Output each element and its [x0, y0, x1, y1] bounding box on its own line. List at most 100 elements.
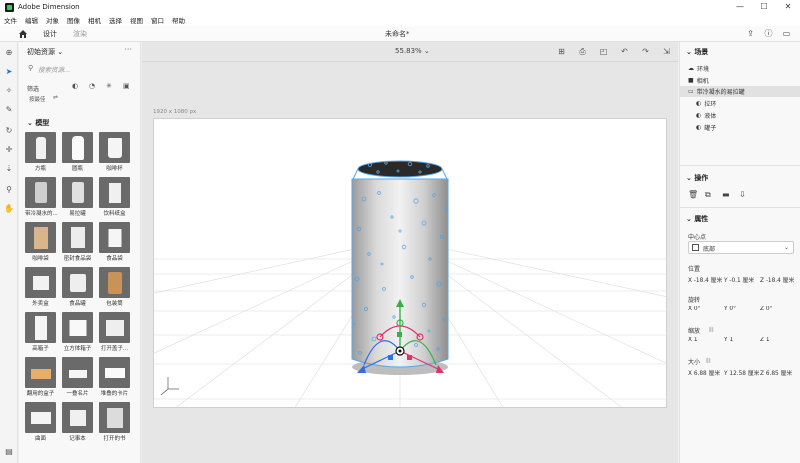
menu-edit[interactable]: 编辑: [25, 15, 38, 25]
model-item[interactable]: 一叠名片: [62, 357, 93, 397]
sort-icon[interactable]: ⇌: [53, 94, 58, 101]
3d-viewport[interactable]: [153, 118, 667, 408]
scene-sub-item-liquid[interactable]: ◐ 液体: [696, 111, 716, 120]
model-item[interactable]: 立方体箱子: [62, 312, 93, 352]
home-icon[interactable]: [18, 29, 28, 39]
link-icon[interactable]: ⛓: [705, 358, 711, 364]
model-item[interactable]: 咖啡杯: [99, 132, 130, 172]
close-button[interactable]: ✕: [776, 0, 800, 14]
center-dropdown[interactable]: 底部 ⌄: [688, 241, 794, 254]
rotation-x-field[interactable]: X 0°: [688, 306, 724, 312]
menu-file[interactable]: 文件: [4, 15, 17, 25]
filter-lights-icon[interactable]: ✳: [106, 82, 114, 90]
camera-bookmark-icon[interactable]: ⎙: [577, 46, 588, 57]
assets-header[interactable]: 初始资源 ⌄: [27, 47, 63, 57]
rotation-z-field[interactable]: Z 0°: [760, 306, 796, 312]
eyedropper-icon[interactable]: ✎: [3, 104, 15, 116]
menu-image[interactable]: 图像: [67, 15, 80, 25]
search-input[interactable]: ⚲ 搜索资源...: [25, 62, 135, 75]
ops-section-header[interactable]: ⌄ 操作: [686, 173, 708, 183]
chat-icon[interactable]: ▭: [781, 28, 792, 39]
zoom-dropdown[interactable]: 55.83% ⌄: [395, 47, 430, 55]
size-y-field[interactable]: Y 12.58 厘米: [724, 368, 760, 377]
menu-window[interactable]: 窗口: [151, 15, 164, 25]
position-x-field[interactable]: X -18.4 厘米: [688, 275, 724, 284]
model-item[interactable]: 曲面: [25, 402, 56, 442]
panel-toggle-icon[interactable]: ▤: [3, 446, 15, 458]
duplicate-icon[interactable]: ⧉: [705, 190, 714, 199]
menu-help[interactable]: 帮助: [172, 15, 185, 25]
model-item[interactable]: 饮料纸盒: [99, 177, 130, 217]
scene-item-can[interactable]: ▭ 带冷凝水的易拉罐: [680, 86, 800, 97]
position-z-field[interactable]: Z -18.4 厘米: [760, 275, 796, 284]
scene-sub-item-tab[interactable]: ◐ 拉环: [696, 99, 716, 108]
model-item[interactable]: 高箱子: [25, 312, 56, 352]
scale-z-field[interactable]: Z 1: [760, 337, 796, 343]
filter-images-icon[interactable]: ▣: [123, 82, 131, 90]
filter-models-icon[interactable]: ◐: [72, 82, 80, 90]
minimize-button[interactable]: —: [728, 0, 752, 14]
undo-icon[interactable]: ↶: [619, 46, 630, 57]
maximize-button[interactable]: ☐: [752, 0, 776, 14]
select-tool-icon[interactable]: ➤: [3, 66, 15, 78]
size-z-field[interactable]: Z 6.85 厘米: [760, 368, 796, 377]
group-icon[interactable]: ▬: [722, 190, 731, 199]
scene-item-camera[interactable]: ■ 相机: [688, 76, 709, 85]
magic-wand-icon[interactable]: ✧: [3, 85, 15, 97]
filter-materials-icon[interactable]: ◔: [89, 82, 97, 90]
rotation-y-field[interactable]: Y 0°: [724, 306, 760, 312]
model-item[interactable]: 密封食品袋: [62, 222, 93, 262]
scale-x-field[interactable]: X 1: [688, 337, 724, 343]
scene-render[interactable]: [154, 119, 667, 408]
model-item[interactable]: 方瓶: [25, 132, 56, 172]
camera-view-icon[interactable]: ◰: [598, 46, 609, 57]
scale-y-field[interactable]: Y 1: [724, 337, 760, 343]
model-item[interactable]: 记事本: [62, 402, 93, 442]
scene-sub-item-can[interactable]: ◐ 罐子: [696, 123, 716, 132]
model-item[interactable]: 打开的书: [99, 402, 130, 442]
menu-camera[interactable]: 相机: [88, 15, 101, 25]
model-item[interactable]: 食品袋: [99, 222, 130, 262]
tab-render[interactable]: 渲染: [73, 29, 87, 39]
pan-icon[interactable]: ✛: [3, 144, 15, 156]
position-y-field[interactable]: Y -0.1 厘米: [724, 275, 760, 284]
link-icon[interactable]: ⛓: [708, 327, 714, 333]
props-section-header[interactable]: ⌄ 属性: [686, 214, 708, 224]
add-icon[interactable]: ⊕: [3, 47, 15, 59]
model-label: 打开的书: [103, 436, 126, 442]
size-x-field[interactable]: X 6.88 厘米: [688, 368, 724, 377]
model-item[interactable]: 食品罐: [62, 267, 93, 307]
delete-icon[interactable]: 🗑: [688, 190, 698, 199]
model-item[interactable]: 咖啡袋: [25, 222, 56, 262]
models-section-header[interactable]: ⌄ 模型: [27, 118, 49, 128]
orbit-icon[interactable]: ↻: [3, 125, 15, 137]
menu-select[interactable]: 选择: [109, 15, 122, 25]
scene-item-environment[interactable]: ☁ 环境: [688, 64, 709, 73]
hand-icon[interactable]: ✋: [3, 203, 15, 215]
model-item[interactable]: 翻用的盒子: [25, 357, 56, 397]
grid-icon[interactable]: ⊞: [556, 46, 567, 57]
scene-section-header[interactable]: ⌄ 场景: [686, 47, 708, 57]
model-item[interactable]: 易拉罐: [62, 177, 93, 217]
help-icon[interactable]: ⓘ: [763, 28, 774, 39]
model-item[interactable]: 外卖盒: [25, 267, 56, 307]
more-icon[interactable]: ···: [124, 45, 132, 54]
model-thumbnail: [62, 132, 93, 163]
menu-view[interactable]: 视图: [130, 15, 143, 25]
model-label: 圆瓶: [71, 166, 83, 172]
window-controls: — ☐ ✕: [728, 0, 800, 14]
export-icon[interactable]: ⇩: [739, 190, 748, 199]
model-item[interactable]: 包装筒: [99, 267, 130, 307]
menu-object[interactable]: 对象: [46, 15, 59, 25]
model-item[interactable]: 圆瓶: [62, 132, 93, 172]
model-item[interactable]: 堆叠的卡片: [99, 357, 130, 397]
model-item[interactable]: 带冷凝水的...: [25, 177, 58, 217]
sort-label[interactable]: 按最佳: [29, 95, 46, 103]
fit-icon[interactable]: ⇲: [661, 46, 672, 57]
redo-icon[interactable]: ↷: [640, 46, 651, 57]
tab-design[interactable]: 设计: [43, 29, 57, 39]
zoom-icon[interactable]: ⚲: [3, 184, 15, 196]
share-icon[interactable]: ⇪: [745, 28, 756, 39]
dolly-icon[interactable]: ⇣: [3, 163, 15, 175]
model-item[interactable]: 打开盖子...: [99, 312, 130, 352]
